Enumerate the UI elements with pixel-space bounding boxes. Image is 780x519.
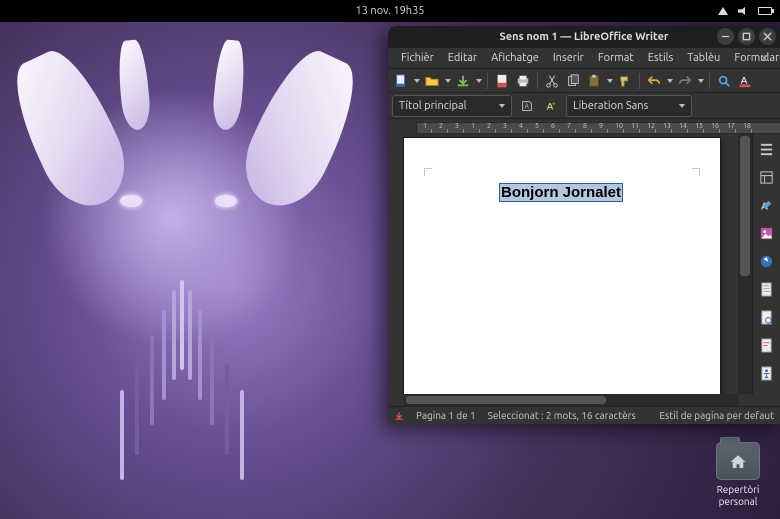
chevron-down-icon [679,104,685,108]
gnome-top-bar: 13 nov. 19h35 [0,0,780,22]
sidebar-properties-icon[interactable] [758,168,776,186]
clock[interactable]: 13 nov. 19h35 [355,5,424,17]
font-color-icon[interactable]: A [736,72,754,90]
window-close-button[interactable] [759,28,776,45]
ruler-number: 8 [583,122,587,130]
menu-edit[interactable]: Editar [441,50,484,66]
scrollbar-thumb[interactable] [740,136,750,276]
window-minimize-button[interactable] [717,28,734,45]
chevron-down-icon [499,104,505,108]
font-name-value: Liberation Sans [573,100,648,112]
ruler-number: 7 [567,122,571,130]
system-tray[interactable] [718,7,772,15]
battery-icon [758,7,772,15]
menu-insert[interactable]: Inserir [546,50,591,66]
horizontal-ruler[interactable]: 123123456789101112131415161718 [388,118,780,134]
window-titlebar[interactable]: Sens nom 1 — LibreOffice Writer [388,26,780,48]
horizontal-scrollbar[interactable] [404,394,738,406]
folder-icon [716,442,760,480]
ruler-number: 16 [711,122,719,130]
ruler-number: 17 [727,122,735,130]
find-icon[interactable] [715,72,733,90]
page: Bonjorn Jornalet [404,138,720,394]
menu-view[interactable]: Afichatge [484,50,546,66]
sidebar-changes-icon[interactable] [758,336,776,354]
status-page-style[interactable]: Estil de pagina per defaut [659,410,774,421]
desktop-folder-home[interactable]: Repertòri personal [706,442,770,507]
libreoffice-writer-window: Sens nom 1 — LibreOffice Writer Fichièr … [388,26,780,424]
copy-icon[interactable] [564,72,582,90]
ruler-number: 14 [679,122,687,130]
undo-icon[interactable] [645,72,663,90]
sidebar-navigator-icon[interactable] [758,252,776,270]
status-selection[interactable]: Seleccionat : 2 mots, 16 caractèrs [488,410,636,421]
menu-styles[interactable]: Estils [641,50,681,66]
menu-bar: Fichièr Editar Afichatge Inserir Format … [388,48,780,68]
formatting-toolbar: Títol principal A A+ Liberation Sans [388,92,780,118]
desktop-folder-label: Repertòri personal [706,484,770,507]
sidebar-styles-icon[interactable]: A [758,196,776,214]
print-icon[interactable] [514,72,532,90]
sidebar-accessibility-icon[interactable] [758,364,776,382]
sidebar-page-icon[interactable] [758,280,776,298]
open-icon[interactable] [423,72,441,90]
ruler-number: 10 [615,122,623,130]
menu-format[interactable]: Format [591,50,641,66]
document-area[interactable]: Bonjorn Jornalet [388,134,738,394]
sidebar-gallery-icon[interactable] [758,224,776,242]
paste-icon[interactable] [585,72,603,90]
svg-text:A: A [524,102,529,110]
paragraph-style-combo[interactable]: Títol principal [392,95,512,117]
ruler-number: 12 [647,122,655,130]
ruler-number: 15 [695,122,703,130]
clone-format-icon[interactable] [616,72,634,90]
svg-text:A: A [741,74,748,85]
vertical-scrollbar[interactable] [738,134,752,394]
paragraph-style-value: Títol principal [399,100,467,112]
save-status-icon[interactable] [394,411,404,421]
ruler-number: 1 [471,122,475,130]
ruler-number: 13 [663,122,671,130]
ruler-number: 3 [455,122,459,130]
menu-file[interactable]: Fichièr [394,50,441,66]
menu-table[interactable]: Tablèu [680,50,727,66]
ruler-number: 2 [487,122,491,130]
status-page[interactable]: Pagina 1 de 1 [416,410,476,421]
scrollbar-thumb[interactable] [406,396,606,404]
ruler-number: 3 [503,122,507,130]
ruler-number: 4 [519,122,523,130]
ruler-number: 9 [599,122,603,130]
redo-icon[interactable] [676,72,694,90]
home-icon [729,453,747,469]
document-close-button[interactable]: ✕ [753,50,776,67]
update-style-icon[interactable]: A [518,97,536,115]
save-icon[interactable] [454,72,472,90]
font-name-combo[interactable]: Liberation Sans [566,95,692,117]
ruler-number: 5 [535,122,539,130]
new-style-icon[interactable]: A+ [542,97,560,115]
new-doc-icon[interactable] [392,72,410,90]
selected-heading-text[interactable]: Bonjorn Jornalet [500,184,622,201]
window-title: Sens nom 1 — LibreOffice Writer [500,31,669,43]
sidebar-inspector-icon[interactable] [758,308,776,326]
standard-toolbar: A [388,68,780,92]
export-pdf-icon[interactable] [493,72,511,90]
status-bar: Pagina 1 de 1 Seleccionat : 2 mots, 16 c… [388,406,780,424]
cut-icon[interactable] [543,72,561,90]
ruler-number: 6 [551,122,555,130]
sidebar-tab-bar: A [752,134,780,394]
sidebar-menu-icon[interactable] [758,140,776,158]
network-icon [718,7,728,15]
volume-icon [738,7,748,15]
ruler-number: 1 [423,122,427,130]
ruler-number: 2 [439,122,443,130]
window-maximize-button[interactable] [738,28,755,45]
ruler-number: 18 [743,122,751,130]
svg-text:+: + [552,100,556,108]
ruler-number: 11 [631,122,639,130]
